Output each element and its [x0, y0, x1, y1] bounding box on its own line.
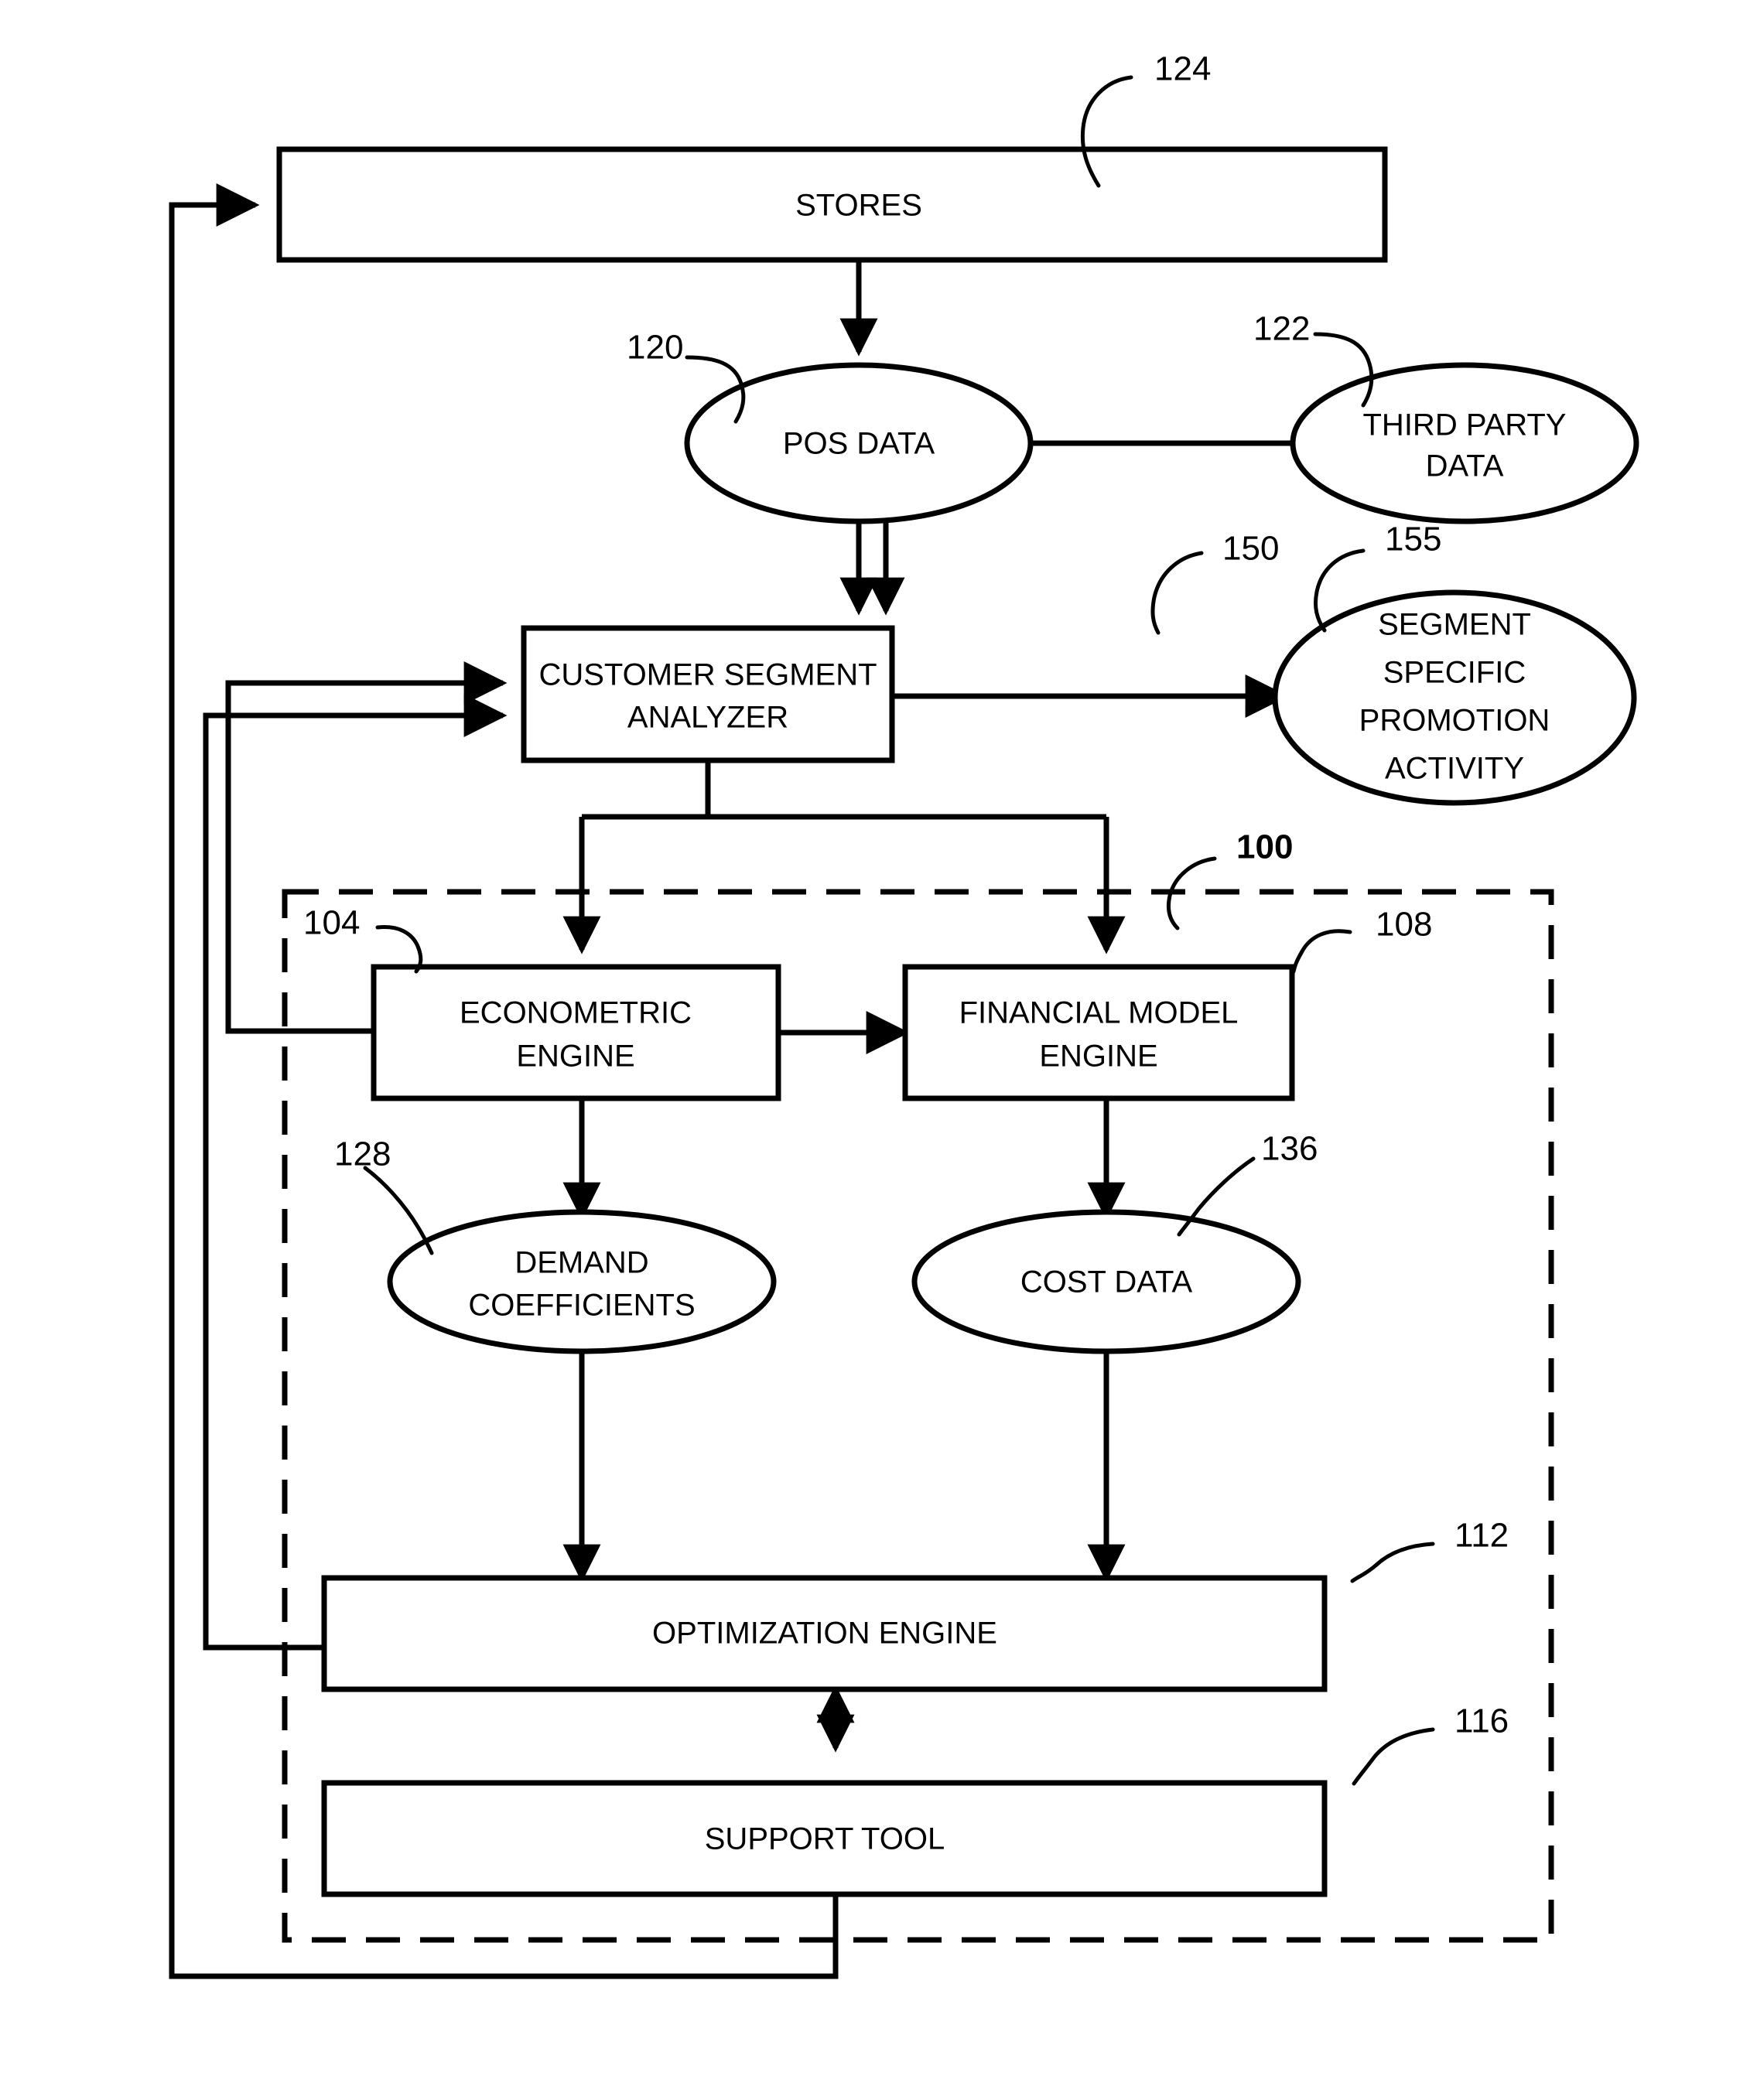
node-cost-data[interactable]: COST DATA	[911, 1209, 1301, 1354]
ref-leader-116: 116	[1352, 1702, 1509, 1786]
ref-num-104: 104	[303, 904, 360, 942]
pos-data-label: POS DATA	[783, 427, 935, 461]
ref-num-155: 155	[1385, 521, 1441, 558]
node-segment-specific-promotion-activity[interactable]: SEGMENT SPECIFIC PROMOTION ACTIVITY	[1272, 589, 1637, 806]
support-tool-label: SUPPORT TOOL	[705, 1822, 945, 1856]
ref-num-112: 112	[1454, 1517, 1509, 1555]
node-third-party-data[interactable]: THIRD PARTY DATA	[1290, 362, 1639, 524]
cost-data-label: COST DATA	[1020, 1265, 1193, 1299]
connector-feedback-optimization-to-analyzer	[203, 694, 508, 1651]
promotion-activity-label-line2: SPECIFIC	[1383, 656, 1526, 690]
node-optimization-engine[interactable]: OPTIMIZATION ENGINE	[321, 1575, 1328, 1692]
third-party-data-label-line2: DATA	[1426, 449, 1504, 483]
node-customer-segment-analyzer[interactable]: CUSTOMER SEGMENT ANALYZER	[521, 625, 895, 763]
optimization-engine-label: OPTIMIZATION ENGINE	[652, 1617, 997, 1651]
node-financial-model-engine[interactable]: FINANCIAL MODEL ENGINE	[902, 964, 1295, 1101]
econometric-engine-label-line2: ENGINE	[516, 1040, 634, 1074]
ref-leader-108: 108	[1291, 906, 1432, 974]
ref-leader-128: 128	[334, 1135, 434, 1255]
financial-model-engine-label-line2: ENGINE	[1039, 1040, 1157, 1074]
analyzer-label-line1: CUSTOMER SEGMENT	[538, 658, 877, 692]
ref-num-150: 150	[1222, 530, 1279, 568]
node-stores[interactable]: STORES	[276, 146, 1388, 263]
node-econometric-engine[interactable]: ECONOMETRIC ENGINE	[371, 964, 781, 1101]
promotion-activity-label-line1: SEGMENT	[1378, 608, 1531, 642]
third-party-data-label-line1: THIRD PARTY	[1363, 408, 1567, 442]
demand-coefficients-label-line2: COEFFICIENTS	[468, 1289, 695, 1323]
ref-leader-150: 150	[1150, 530, 1279, 635]
promotion-activity-label-line4: ACTIVITY	[1385, 752, 1524, 786]
ref-num-124: 124	[1154, 50, 1211, 88]
demand-coefficients-label-line1: DEMAND	[514, 1246, 648, 1280]
ref-num-108: 108	[1376, 906, 1432, 944]
block-diagram-canvas: STORES 124 POS DATA 120 THIRD PARTY DATA…	[169, 50, 1639, 1979]
ref-leader-112: 112	[1350, 1517, 1509, 1583]
node-support-tool[interactable]: SUPPORT TOOL	[321, 1780, 1328, 1897]
ref-num-120: 120	[627, 329, 683, 367]
econometric-engine-label-line1: ECONOMETRIC	[460, 996, 692, 1030]
financial-model-engine-label-line1: FINANCIAL MODEL	[959, 996, 1239, 1030]
node-pos-data[interactable]: POS DATA	[684, 362, 1034, 524]
ref-leader-104: 104	[303, 904, 423, 974]
stores-label: STORES	[795, 189, 922, 223]
promotion-activity-label-line3: PROMOTION	[1359, 704, 1550, 738]
ref-num-122: 122	[1253, 310, 1310, 348]
patent-figure: STORES 124 POS DATA 120 THIRD PARTY DATA…	[0, 0, 1757, 2100]
ref-num-116: 116	[1454, 1702, 1509, 1740]
ref-leader-100: 100	[1166, 828, 1293, 930]
ref-num-136: 136	[1261, 1130, 1318, 1168]
ref-num-128: 128	[334, 1135, 391, 1173]
connector-analyzer-to-engines	[562, 760, 1126, 954]
ref-num-100: 100	[1236, 828, 1293, 866]
node-demand-coefficients[interactable]: DEMAND COEFFICIENTS	[387, 1209, 777, 1354]
analyzer-label-line2: ANALYZER	[627, 701, 788, 735]
